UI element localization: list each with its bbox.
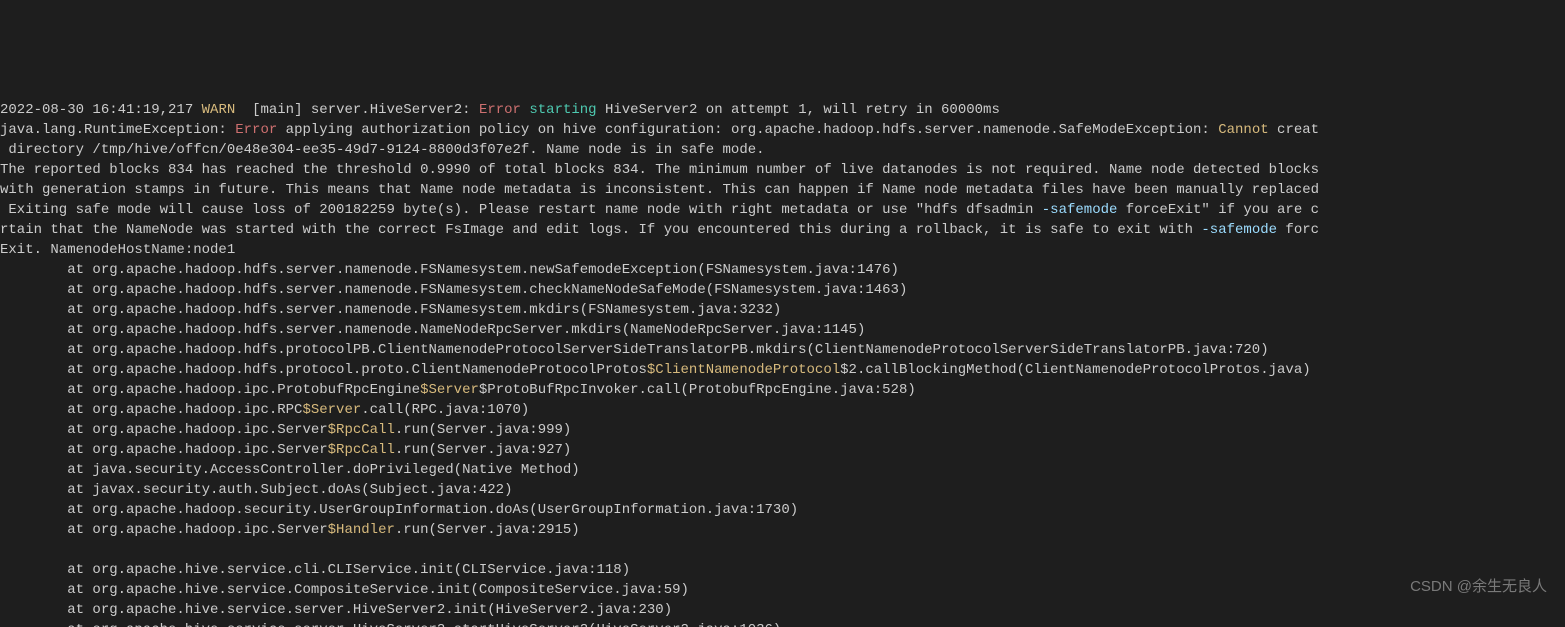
stack-line-pre: at org.apache.hive.service.cli.CLIServic… <box>0 562 630 578</box>
stack-line-inner: $Server <box>302 402 361 418</box>
stack-line-pre: at org.apache.hadoop.ipc.ProtobufRpcEngi… <box>0 382 420 398</box>
safemode-option: -safemode <box>1042 202 1118 218</box>
log-thread: [main] <box>252 102 302 118</box>
stack-line-pre: at org.apache.hadoop.ipc.Server <box>0 422 328 438</box>
exception-class: java.lang.RuntimeException: <box>0 122 235 138</box>
stack-line-pre: at org.apache.hadoop.hdfs.server.namenod… <box>0 262 899 278</box>
stack-line-inner: $RpcCall <box>328 442 395 458</box>
log-timestamp: 2022-08-30 16:41:19,217 <box>0 102 193 118</box>
log-line-exit-post: forceExit" if you are c <box>1117 202 1319 218</box>
stack-line-pre: at org.apache.hadoop.hdfs.protocolPB.Cli… <box>0 342 1269 358</box>
log-line-exit2: Exit. NamenodeHostName:node1 <box>0 242 235 258</box>
log-starting-word: starting <box>529 102 596 118</box>
stack-line-pre: at org.apache.hadoop.hdfs.protocol.proto… <box>0 362 647 378</box>
stack-line-pre: at org.apache.hive.service.CompositeServ… <box>0 582 689 598</box>
stack-trace: at org.apache.hadoop.hdfs.server.namenod… <box>0 260 1565 627</box>
stack-line-post: .run(Server.java:999) <box>395 422 571 438</box>
log-error-word: Error <box>479 102 521 118</box>
stack-line-post: .call(RPC.java:1070) <box>361 402 529 418</box>
exception-msg1-tail: creat <box>1269 122 1319 138</box>
stack-line-pre: at org.apache.hive.service.server.HiveSe… <box>0 602 672 618</box>
stack-line-inner: $RpcCall <box>328 422 395 438</box>
log-line-gen: with generation stamps in future. This m… <box>0 182 1319 198</box>
log-level: WARN <box>202 102 236 118</box>
stack-line-post: $ProtoBufRpcInvoker.call(ProtobufRpcEngi… <box>479 382 916 398</box>
stack-line-pre: at java.security.AccessController.doPriv… <box>0 462 580 478</box>
stack-line-pre: at org.apache.hadoop.security.UserGroupI… <box>0 502 798 518</box>
stack-line-pre: at org.apache.hadoop.hdfs.server.namenod… <box>0 322 865 338</box>
safemode-option-2: -safemode <box>1201 222 1277 238</box>
stack-line-pre: at org.apache.hadoop.hdfs.server.namenod… <box>0 282 907 298</box>
stack-line-pre: at org.apache.hadoop.ipc.Server <box>0 442 328 458</box>
log-retry-tail: HiveServer2 on attempt 1, will retry in … <box>597 102 1000 118</box>
log-line-rtain-pre: rtain that the NameNode was started with… <box>0 222 1201 238</box>
stack-line-inner: $ClientNamenodeProtocol <box>647 362 840 378</box>
stack-line-inner: $Handler <box>328 522 395 538</box>
exception-error-word: Error <box>235 122 277 138</box>
stack-line-pre: at org.apache.hadoop.hdfs.server.namenod… <box>0 302 781 318</box>
stack-line-pre: at org.apache.hadoop.ipc.Server <box>0 522 328 538</box>
exception-msg1: applying authorization policy on hive co… <box>277 122 1218 138</box>
stack-line-post: $2.callBlockingMethod(ClientNamenodeProt… <box>840 362 1310 378</box>
log-logger: server.HiveServer2: <box>311 102 471 118</box>
cannot-word: Cannot <box>1218 122 1268 138</box>
stack-line-inner: $Server <box>420 382 479 398</box>
stack-line-pre: at org.apache.hive.service.server.HiveSe… <box>0 622 781 627</box>
terminal-log: 2022-08-30 16:41:19,217 WARN [main] serv… <box>0 100 1565 627</box>
stack-line-post: .run(Server.java:2915) <box>395 522 580 538</box>
log-line-exit-pre: Exiting safe mode will cause loss of 200… <box>0 202 1042 218</box>
stack-line-post: .run(Server.java:927) <box>395 442 571 458</box>
log-line-rtain-post: forc <box>1277 222 1319 238</box>
stack-line-pre: at javax.security.auth.Subject.doAs(Subj… <box>0 482 512 498</box>
log-line-blocks: The reported blocks 834 has reached the … <box>0 162 1319 178</box>
stack-line-pre: at org.apache.hadoop.ipc.RPC <box>0 402 302 418</box>
log-line-dir: directory /tmp/hive/offcn/0e48e304-ee35-… <box>0 142 765 158</box>
